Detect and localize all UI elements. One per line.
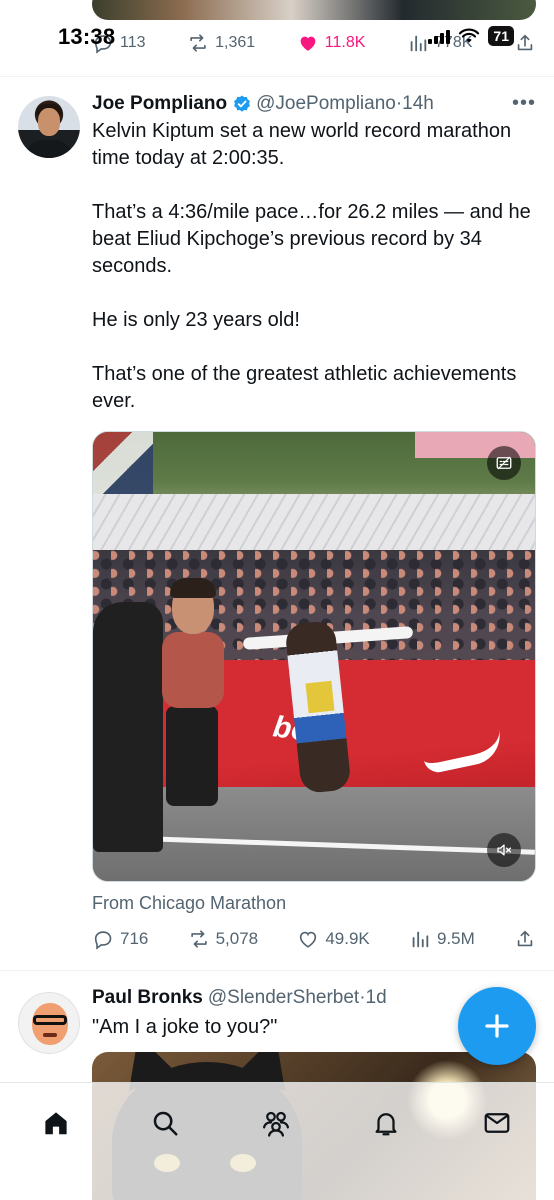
tab-messages[interactable] xyxy=(477,1103,517,1143)
share-icon xyxy=(517,930,533,947)
timestamp[interactable]: 14h xyxy=(402,93,434,115)
signal-icon xyxy=(428,28,451,44)
like-count: 49.9K xyxy=(325,929,370,948)
share-button[interactable] xyxy=(514,928,536,950)
tab-communities[interactable] xyxy=(256,1103,296,1143)
reply-count: 716 xyxy=(120,929,149,948)
avatar[interactable] xyxy=(18,992,80,1054)
notifications-icon xyxy=(375,1113,397,1136)
status-bar: 13:38 71 xyxy=(0,0,554,62)
like-button[interactable]: 49.9K xyxy=(297,928,370,950)
captions-icon[interactable] xyxy=(487,446,521,480)
jogger xyxy=(158,578,228,812)
reply-icon xyxy=(94,931,112,950)
repost-icon xyxy=(190,930,207,948)
communities-icon xyxy=(263,1111,289,1137)
more-options-icon[interactable]: ••• xyxy=(512,92,536,115)
divider xyxy=(0,76,554,77)
home-icon xyxy=(45,1112,67,1135)
tweet-paragraph: That’s one of the greatest athletic achi… xyxy=(92,363,517,412)
mute-icon[interactable] xyxy=(487,833,521,867)
repost-count: 5,078 xyxy=(215,929,259,948)
reply-button[interactable]: 716 xyxy=(92,928,148,950)
search-icon xyxy=(153,1111,178,1136)
video-source[interactable]: From Chicago Marathon xyxy=(92,893,286,914)
handle[interactable]: @JoePompliano xyxy=(256,93,396,115)
verified-badge-icon[interactable] xyxy=(232,94,252,114)
compose-plus-icon xyxy=(485,1014,509,1038)
tweet-actions: 716 5,078 49.9K 9.5M xyxy=(92,928,536,950)
views-icon xyxy=(412,931,429,948)
tab-home[interactable] xyxy=(36,1103,76,1143)
messages-icon xyxy=(484,1113,510,1133)
handle[interactable]: @SlenderSherbet xyxy=(208,987,359,1009)
tab-search[interactable] xyxy=(145,1103,185,1143)
tweet-header: Joe Pompliano @JoePompliano · 14h ••• xyxy=(92,92,536,115)
heart-icon xyxy=(300,931,317,948)
tweet-paragraph: He is only 23 years old! xyxy=(92,309,300,331)
wifi-icon xyxy=(459,28,480,43)
compose-button[interactable] xyxy=(458,987,536,1065)
display-name[interactable]: Paul Bronks xyxy=(92,987,203,1009)
tweet-paragraph: That’s a 4:36/mile pace…for 26.2 miles —… xyxy=(92,201,531,277)
avatar[interactable] xyxy=(18,96,80,158)
tab-notifications[interactable] xyxy=(366,1103,406,1143)
battery-indicator: 71 xyxy=(488,26,514,46)
views-count: 9.5M xyxy=(436,929,475,948)
tweet-paragraph: Kelvin Kiptum set a new world record mar… xyxy=(92,120,512,169)
repost-button[interactable]: 5,078 xyxy=(188,928,259,950)
tweet-text: Kelvin Kiptum set a new world record mar… xyxy=(92,118,542,415)
divider xyxy=(0,970,554,971)
timestamp[interactable]: 1d xyxy=(366,987,387,1009)
bottom-tab-bar xyxy=(0,1082,554,1200)
tweet-text: "Am I a joke to you?" xyxy=(92,1016,278,1038)
display-name[interactable]: Joe Pompliano xyxy=(92,93,227,115)
status-time: 13:38 xyxy=(58,24,116,49)
tweet-video[interactable]: bott xyxy=(92,431,536,882)
status-icons: 71 xyxy=(428,26,514,46)
views-button[interactable]: 9.5M xyxy=(409,928,475,950)
